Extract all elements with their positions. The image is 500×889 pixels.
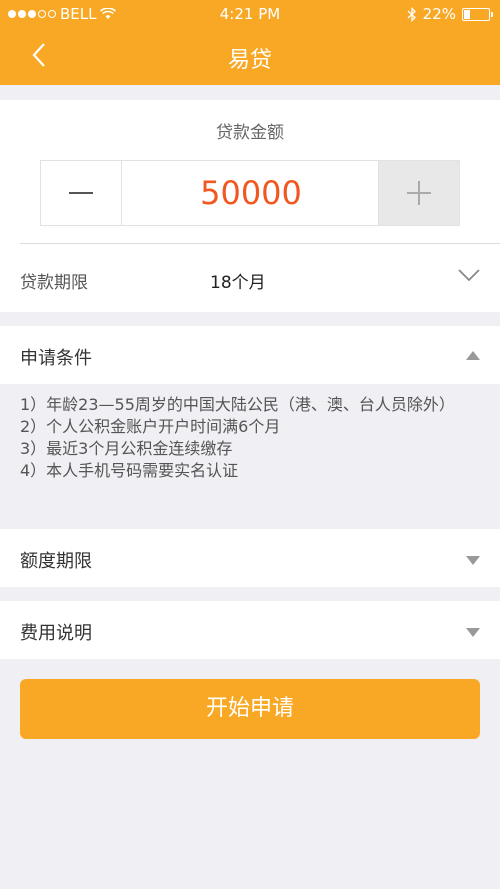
chevron-down-icon[interactable] — [458, 268, 480, 282]
amount-label: 贷款金额 — [216, 123, 284, 143]
battery-icon — [462, 7, 493, 21]
increase-button[interactable] — [378, 161, 459, 225]
battery-percent: 22% — [422, 5, 456, 23]
conditions-header[interactable]: 申请条件 — [0, 326, 500, 384]
expand-icon[interactable] — [466, 556, 480, 565]
fees-header[interactable]: 费用说明 — [0, 601, 500, 659]
limit-title: 额度期限 — [20, 551, 92, 572]
status-right: 22% — [407, 5, 493, 23]
conditions-title: 申请条件 — [20, 348, 92, 369]
term-label: 贷款期限 — [20, 273, 88, 293]
decrease-button[interactable] — [41, 161, 122, 225]
list-item: 4）本人手机号码需要实名认证 — [20, 461, 239, 480]
loan-amount-card: 贷款金额 50000 贷款期限 18个月 — [0, 100, 500, 312]
collapse-icon[interactable] — [466, 351, 480, 360]
amount-stepper: 50000 — [40, 160, 460, 226]
apply-button[interactable]: 开始申请 — [20, 679, 480, 739]
expand-icon[interactable] — [466, 628, 480, 637]
page-title: 易贷 — [227, 48, 272, 73]
list-item: 1）年龄23—55周岁的中国大陆公民（港、澳、台人员除外） — [20, 395, 455, 414]
amount-value[interactable]: 50000 — [122, 161, 380, 225]
status-bar: BELL 4:21 PM 22% — [0, 0, 500, 28]
nav-bar: 易贷 — [0, 28, 500, 85]
list-item: 2）个人公积金账户开户时间满6个月 — [20, 417, 281, 436]
bluetooth-icon — [407, 6, 416, 22]
term-select-value[interactable]: 18个月 — [210, 268, 266, 293]
limit-header[interactable]: 额度期限 — [0, 529, 500, 587]
fees-title: 费用说明 — [20, 623, 92, 644]
list-item: 3）最近3个月公积金连续缴存 — [20, 439, 233, 458]
conditions-list: 1）年龄23—55周岁的中国大陆公民（港、澳、台人员除外） 2）个人公积金账户开… — [20, 394, 480, 482]
divider — [20, 243, 500, 244]
